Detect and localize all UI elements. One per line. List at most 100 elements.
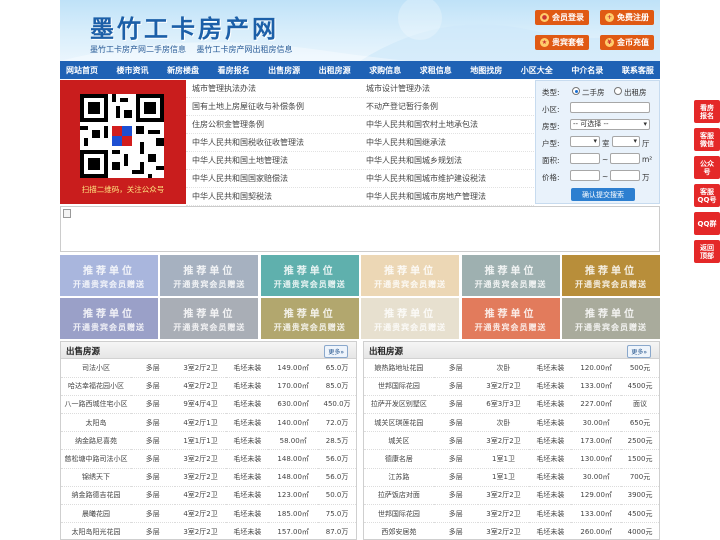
housetype-select[interactable]: -- 可选择 -- ▾ [570, 119, 650, 130]
table-row[interactable]: 世邦国际花园 多层 3室2厅2卫 毛坯未装 133.00㎡ 4500元 [364, 377, 659, 396]
policy-link[interactable]: 城市管理执法办法 [186, 83, 360, 94]
recommended-unit-tile[interactable]: 推荐单位 开通贵宾会员赠送 [160, 255, 259, 296]
recommended-unit-tile[interactable]: 推荐单位 开通贵宾会员赠送 [461, 298, 560, 339]
table-cell[interactable]: 德康名居 [364, 449, 434, 469]
table-cell[interactable]: 城关区琪莲花园 [364, 413, 434, 433]
policy-link[interactable]: 中华人民共和国税收征收管理法 [186, 137, 360, 148]
table-row[interactable]: 世邦国际花园 多层 3室2厅2卫 毛坯未装 133.00㎡ 4500元 [364, 504, 659, 524]
recommended-unit-tile[interactable]: 推荐单位 开通贵宾会员赠送 [60, 255, 158, 296]
hall-select[interactable]: ▾ [612, 136, 640, 147]
vip-package-button[interactable]: ★ 贵宾套餐 [535, 35, 589, 50]
site-logo[interactable]: 墨竹工卡房产网 [90, 9, 279, 44]
table-cell[interactable]: 娘热路地址花园 [364, 359, 434, 378]
recommended-unit-tile[interactable]: 推荐单位 开通贵宾会员赠送 [361, 298, 460, 339]
nav-item-want-rent[interactable]: 求租信息 [420, 65, 452, 76]
search-submit-button[interactable]: 确认提交搜索 [571, 188, 635, 201]
nav-item-new-homes[interactable]: 新房楼盘 [167, 65, 199, 76]
float-official-account[interactable]: 公众号 [694, 156, 720, 179]
radio-rental[interactable] [614, 87, 622, 95]
float-service-wechat[interactable]: 客服微信 [694, 128, 720, 151]
table-row[interactable]: 城关区琪莲花园 多层 次卧 毛坯未装 30.00㎡ 650元 [364, 413, 659, 433]
table-row[interactable]: 拉萨开发区别墅区 多层 6室3厅3卫 毛坯未装 227.00㎡ 面议 [364, 395, 659, 415]
nav-item-agents[interactable]: 中介名录 [571, 65, 603, 76]
policy-link[interactable]: 住房公积金管理条例 [186, 119, 360, 130]
coin-recharge-button[interactable]: ¥ 金币充值 [600, 35, 654, 50]
policy-link[interactable]: 中华人民共和国农村土地承包法 [360, 119, 534, 130]
table-row[interactable]: 太阳岛阳光花园 多层 3室2厅2卫 毛坯未装 157.00㎡ 87.0万 [61, 522, 356, 539]
policy-link[interactable]: 中华人民共和国土地管理法 [186, 155, 360, 166]
recommended-unit-tile[interactable]: 推荐单位 开通贵宾会员赠送 [561, 298, 660, 339]
table-cell[interactable]: 晨曦花园 [61, 504, 131, 524]
price-min-input[interactable] [570, 170, 600, 181]
table-cell[interactable]: 太阳岛 [61, 413, 131, 433]
table-row[interactable]: 锦绣天下 多层 3室2厅2卫 毛坯未装 148.00㎡ 56.0万 [61, 468, 356, 487]
nav-item-for-rent[interactable]: 出租房源 [319, 65, 351, 76]
table-cell[interactable]: 江苏路 [364, 468, 434, 487]
ad-banner[interactable] [60, 206, 660, 252]
price-max-input[interactable] [610, 170, 640, 181]
recommended-unit-tile[interactable]: 推荐单位 开通贵宾会员赠送 [260, 255, 359, 296]
register-button[interactable]: + 免费注册 [600, 10, 654, 25]
float-viewing-signup[interactable]: 看房报名 [694, 100, 720, 123]
float-service-qq[interactable]: 客服QQ号 [694, 184, 720, 207]
table-cell[interactable]: 拉萨开发区别墅区 [364, 395, 434, 415]
nav-item-communities[interactable]: 小区大全 [521, 65, 553, 76]
policy-link[interactable]: 中华人民共和国城市维护建设税法 [360, 173, 534, 184]
sublink-second-hand[interactable]: 墨竹工卡房产网二手房信息 [90, 45, 186, 54]
table-row[interactable]: 晨曦花园 多层 4室2厅2卫 毛坯未装 185.00㎡ 75.0万 [61, 504, 356, 524]
policy-link[interactable]: 城市设计管理办法 [360, 83, 534, 94]
nav-item-map[interactable]: 地图找房 [470, 65, 502, 76]
table-row[interactable]: 娘热路地址花园 多层 次卧 毛坯未装 120.00㎡ 500元 [364, 359, 659, 378]
table-cell[interactable]: 拉萨饭店对面 [364, 486, 434, 506]
table-row[interactable]: 司法小区 多层 3室2厅2卫 毛坯未装 149.00㎡ 65.0万 [61, 359, 356, 378]
table-row[interactable]: 哈达幸福花园小区 多层 4室2厅2卫 毛坯未装 170.00㎡ 85.0万 [61, 377, 356, 396]
table-cell[interactable]: 城关区 [364, 431, 434, 451]
table-cell[interactable]: 纳金路尼喜苑 [61, 431, 131, 451]
nav-item-home[interactable]: 网站首页 [66, 65, 98, 76]
table-cell[interactable]: 司法小区 [61, 359, 131, 378]
area-min-input[interactable] [570, 153, 600, 164]
table-row[interactable]: 德康名居 多层 1室1卫 毛坯未装 130.00㎡ 1500元 [364, 449, 659, 469]
nav-item-viewing-signup[interactable]: 看房报名 [218, 65, 250, 76]
table-row[interactable]: 纳金路德吉花园 多层 4室2厅2卫 毛坯未装 123.00㎡ 50.0万 [61, 486, 356, 506]
policy-link[interactable]: 不动产登记暂行条例 [360, 101, 534, 112]
recommended-unit-tile[interactable]: 推荐单位 开通贵宾会员赠送 [361, 255, 460, 296]
policy-link[interactable]: 中华人民共和国契税法 [186, 191, 360, 202]
table-cell[interactable]: 锦绣天下 [61, 468, 131, 487]
community-input[interactable] [570, 102, 650, 113]
table-cell[interactable]: 太阳岛阳光花园 [61, 522, 131, 539]
recommended-unit-tile[interactable]: 推荐单位 开通贵宾会员赠送 [160, 298, 259, 339]
recommended-unit-tile[interactable]: 推荐单位 开通贵宾会员赠送 [60, 298, 158, 339]
policy-link[interactable]: 中华人民共和国国家赔偿法 [186, 173, 360, 184]
area-max-input[interactable] [610, 153, 640, 164]
nav-item-for-sale[interactable]: 出售房源 [268, 65, 300, 76]
table-row[interactable]: 西郊安居苑 多层 3室2厅2卫 毛坯未装 260.00㎡ 4000元 [364, 522, 659, 539]
table-row[interactable]: 八一路西城住宅小区 多层 9室4厅4卫 毛坯未装 630.00㎡ 450.0万 [61, 395, 356, 415]
login-button[interactable]: ● 会员登录 [535, 10, 589, 25]
sublink-rental[interactable]: 墨竹工卡房产网出租房信息 [197, 45, 293, 54]
table-cell[interactable]: 八一路西城住宅小区 [61, 395, 131, 415]
table-cell[interactable]: 世邦国际花园 [364, 377, 434, 396]
policy-link[interactable]: 国有土地上房屋征收与补偿条例 [186, 101, 360, 112]
recommended-unit-tile[interactable]: 推荐单位 开通贵宾会员赠送 [260, 298, 359, 339]
policy-link[interactable]: 中华人民共和国城乡规划法 [360, 155, 534, 166]
table-row[interactable]: 江苏路 多层 1室1卫 毛坯未装 30.00㎡ 700元 [364, 468, 659, 487]
radio-second-hand[interactable] [572, 87, 580, 95]
table-cell[interactable]: 慈松塘中路司法小区 [61, 449, 131, 469]
table-cell[interactable]: 纳金路德吉花园 [61, 486, 131, 506]
nav-item-news[interactable]: 楼市资讯 [117, 65, 149, 76]
table-cell[interactable]: 哈达幸福花园小区 [61, 377, 131, 396]
policy-link[interactable]: 中华人民共和国继承法 [360, 137, 534, 148]
table-cell[interactable]: 世邦国际花园 [364, 504, 434, 524]
recommended-unit-tile[interactable]: 推荐单位 开通贵宾会员赠送 [461, 255, 560, 296]
room-select[interactable]: ▾ [570, 136, 600, 147]
recommended-unit-tile[interactable]: 推荐单位 开通贵宾会员赠送 [561, 255, 660, 296]
float-back-to-top[interactable]: 返回顶部 [694, 240, 720, 263]
nav-item-contact[interactable]: 联系客服 [622, 65, 654, 76]
table-row[interactable]: 慈松塘中路司法小区 多层 3室2厅2卫 毛坯未装 148.00㎡ 56.0万 [61, 449, 356, 469]
policy-link[interactable]: 中华人民共和国城市房地产管理法 [360, 191, 534, 202]
rent-more-button[interactable]: 更多» [627, 345, 651, 358]
table-row[interactable]: 纳金路尼喜苑 多层 1室1厅1卫 毛坯未装 58.00㎡ 28.5万 [61, 431, 356, 451]
table-row[interactable]: 拉萨饭店对面 多层 3室2厅2卫 毛坯未装 129.00㎡ 3900元 [364, 486, 659, 506]
nav-item-want-buy[interactable]: 求购信息 [369, 65, 401, 76]
